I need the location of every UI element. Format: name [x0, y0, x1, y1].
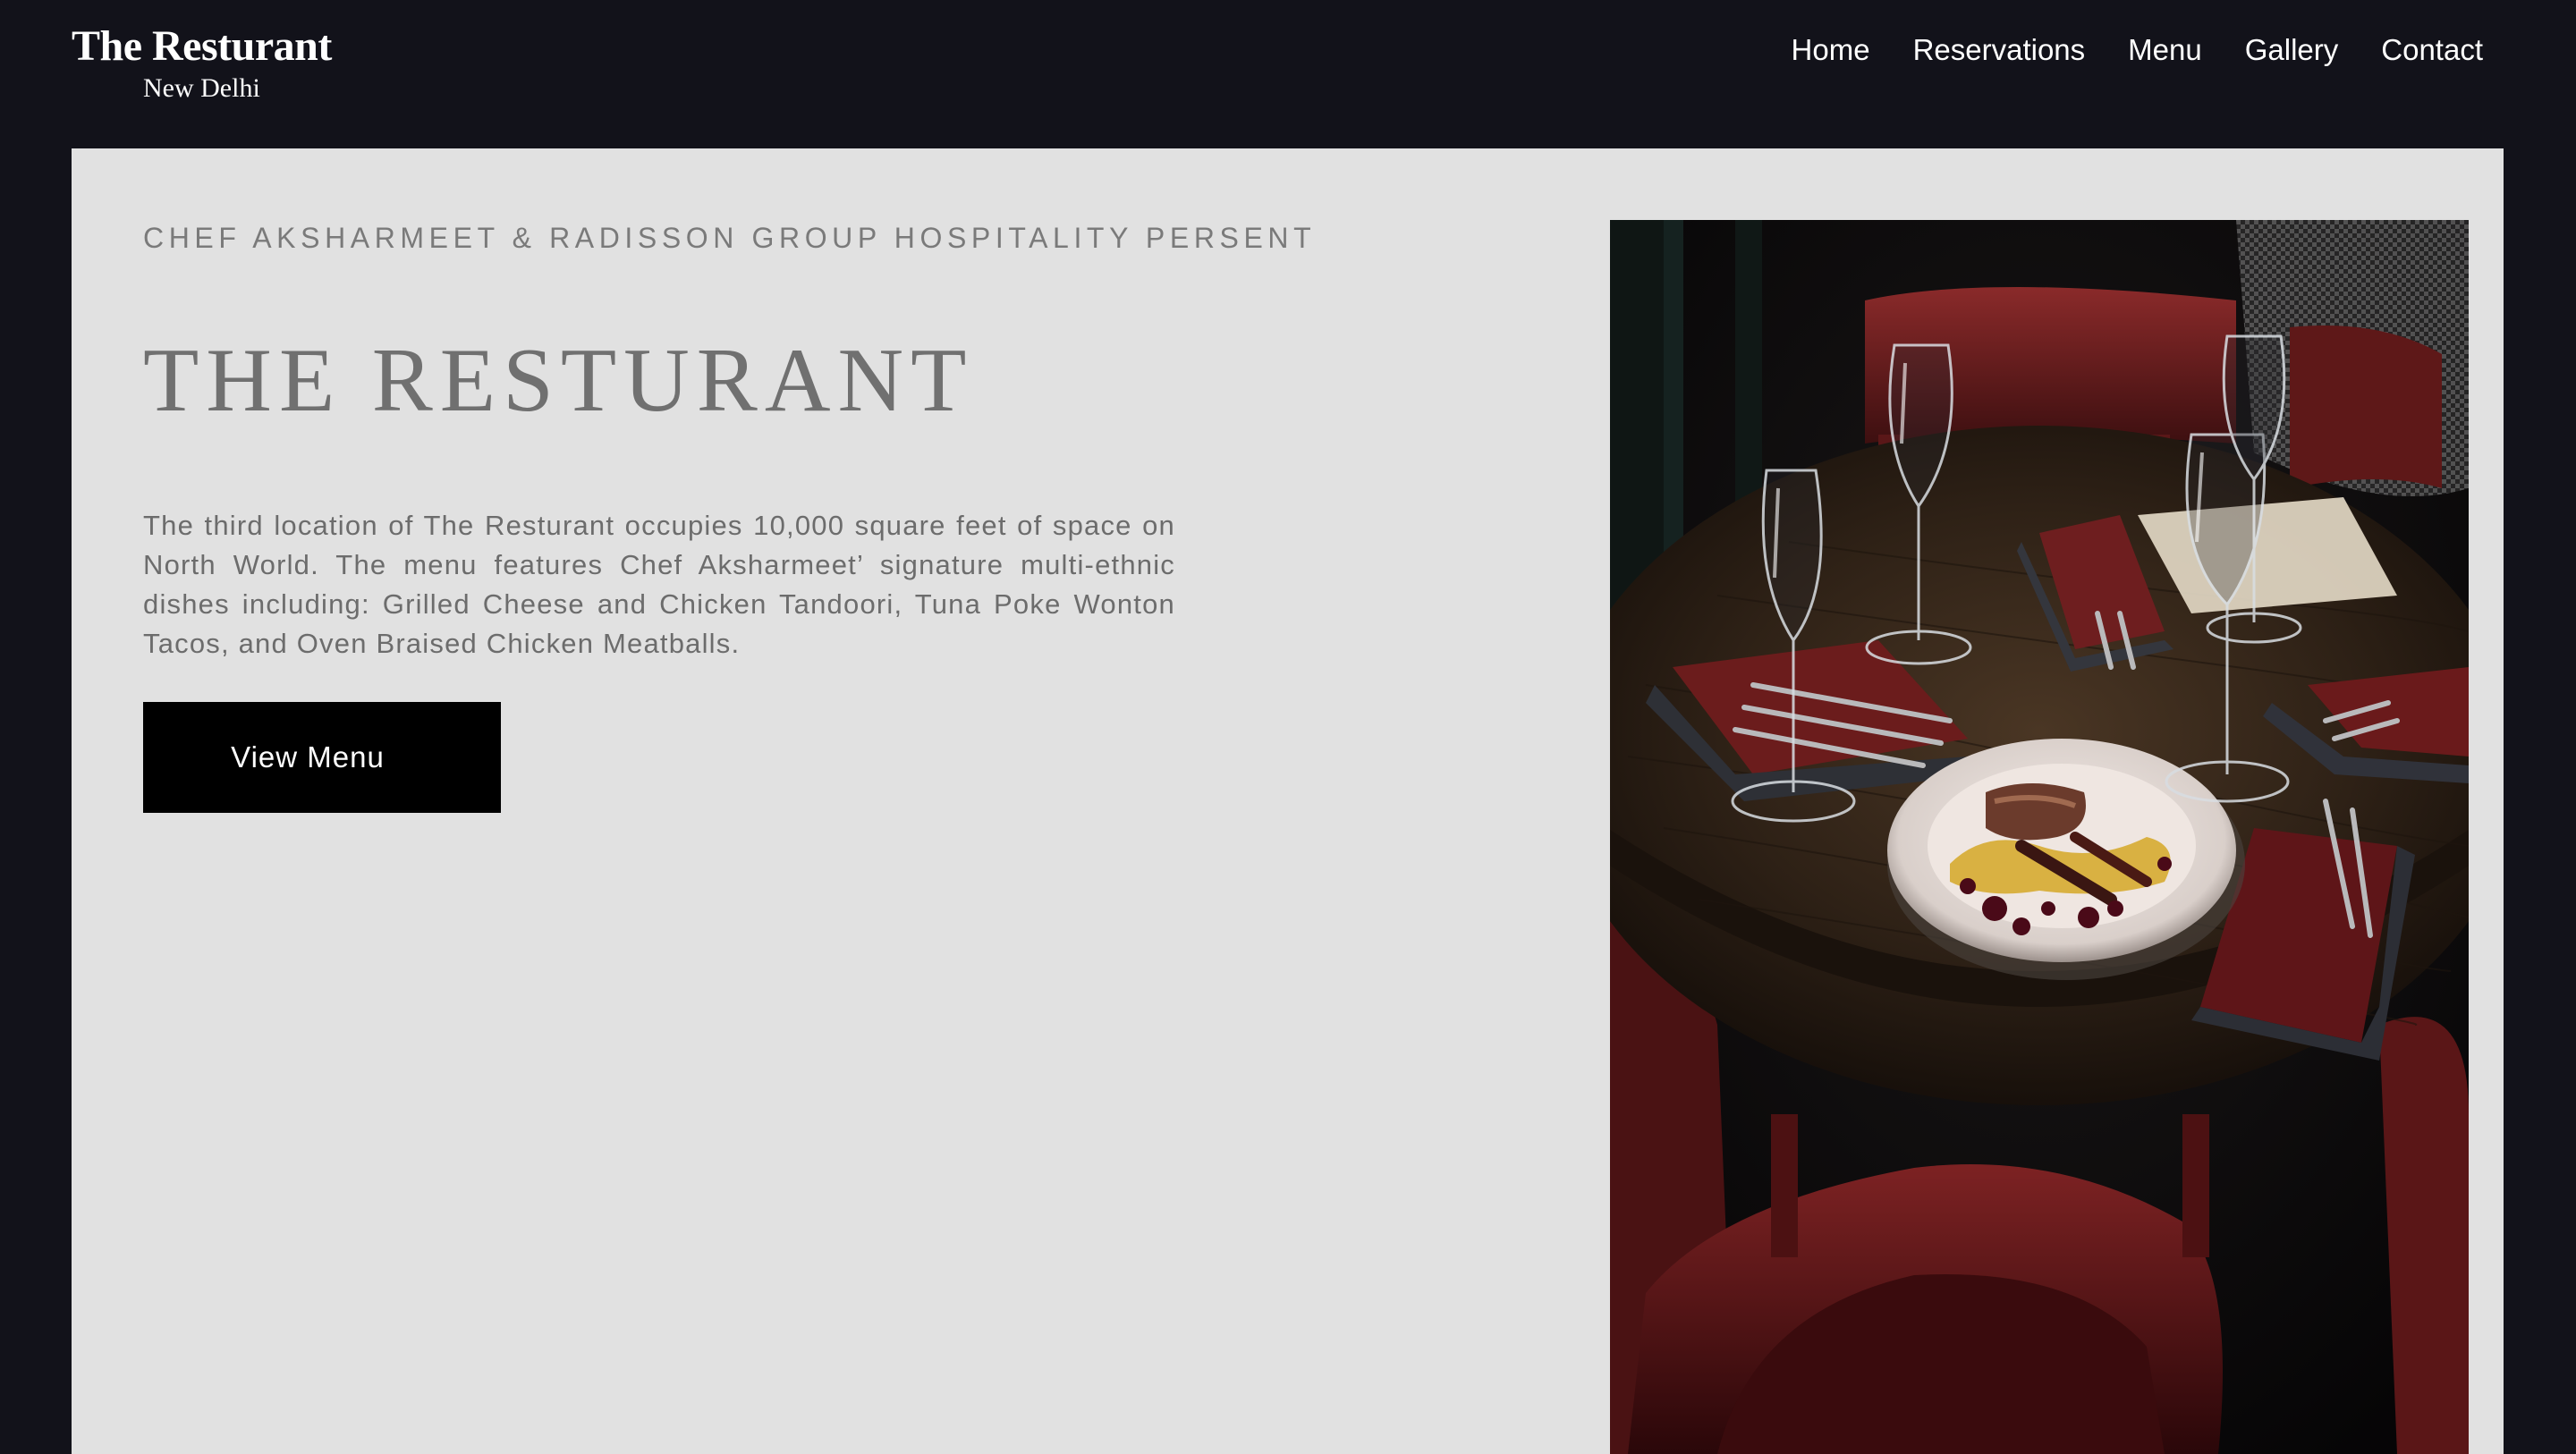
nav-contact[interactable]: Contact — [2381, 30, 2483, 70]
restaurant-table-photo — [1610, 220, 2469, 1454]
nav-home[interactable]: Home — [1792, 30, 1870, 70]
hero-section: CHEF AKSHARMEET & RADISSON GROUP HOSPITA… — [72, 148, 2504, 1454]
nav-reservations[interactable]: Reservations — [1913, 30, 2086, 70]
brand-logo[interactable]: The Resturant New Delhi — [72, 20, 332, 104]
brand-name: The Resturant — [72, 22, 332, 70]
hero-tagline: CHEF AKSHARMEET & RADISSON GROUP HOSPITA… — [143, 222, 1317, 254]
hero-title: THE RESTURANT — [143, 330, 974, 431]
brand-city: New Delhi — [143, 73, 260, 103]
view-menu-label: View Menu — [231, 740, 385, 773]
nav-gallery[interactable]: Gallery — [2245, 30, 2339, 70]
site-header: The Resturant New Delhi Home Reservation… — [0, 0, 2576, 148]
hero-description: The third location of The Resturant occu… — [143, 510, 1175, 659]
nav-menu[interactable]: Menu — [2128, 30, 2202, 70]
main-nav: Home Reservations Menu Gallery Contact — [1792, 30, 2483, 70]
view-menu-button[interactable]: View Menu — [143, 702, 501, 813]
